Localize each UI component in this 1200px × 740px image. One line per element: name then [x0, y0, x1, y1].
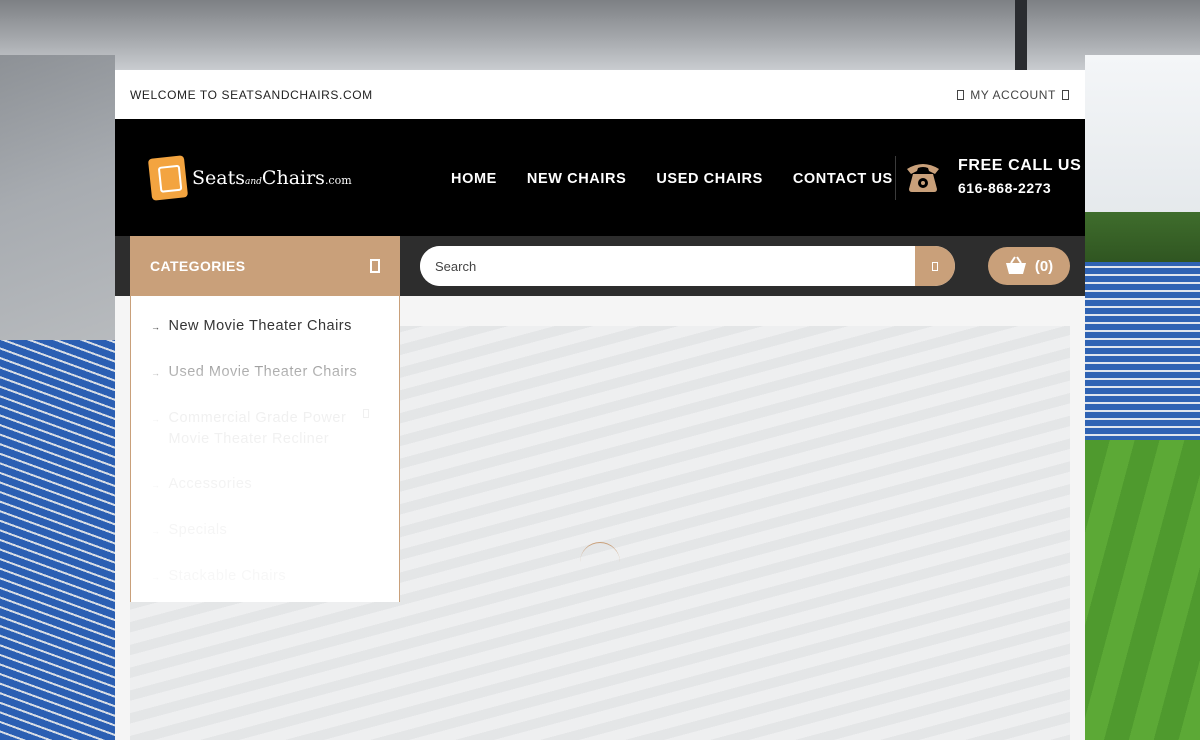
arrow-right-icon: →: [151, 414, 161, 424]
my-account-label: MY ACCOUNT: [970, 87, 1056, 102]
category-item[interactable]: → Accessories: [151, 474, 379, 496]
my-account-link[interactable]: MY ACCOUNT: [957, 88, 1069, 102]
site-header: SeatsandChairs.com HOME NEW CHAIRS USED …: [115, 119, 1085, 236]
phone-number[interactable]: 616-868-2273: [958, 180, 1051, 196]
category-label: Used Movie Theater Chairs: [168, 364, 358, 380]
category-label: Commercial Grade Power Movie Theater Rec…: [168, 410, 347, 447]
arrow-right-icon: →: [151, 368, 161, 378]
search-button[interactable]: [915, 246, 955, 286]
search-box: [420, 246, 955, 286]
category-list: → New Movie Theater Chairs → Used Movie …: [130, 296, 400, 602]
nav-contact-us[interactable]: CONTACT US: [793, 171, 893, 187]
categories-label: CATEGORIES: [150, 258, 246, 274]
arrow-right-icon: →: [151, 480, 161, 490]
category-label: Accessories: [168, 476, 253, 492]
football-pitch: [1085, 440, 1200, 740]
categories-toggle[interactable]: CATEGORIES: [130, 236, 400, 296]
search-input[interactable]: [420, 246, 915, 286]
submenu-icon: [363, 409, 369, 418]
arrow-right-icon: →: [151, 526, 161, 536]
telephone-icon: [907, 164, 939, 192]
category-item[interactable]: → Used Movie Theater Chairs: [151, 362, 379, 384]
menu-icon: [370, 259, 380, 273]
category-label: Specials: [168, 522, 228, 538]
category-item[interactable]: → New Movie Theater Chairs: [151, 316, 379, 338]
cart-button[interactable]: (0): [988, 247, 1070, 285]
nav-divider: [895, 156, 896, 200]
nav-new-chairs[interactable]: NEW CHAIRS: [527, 171, 626, 187]
category-item[interactable]: → Commercial Grade Power Movie Theater R…: [151, 408, 379, 450]
loading-spinner: [580, 542, 620, 582]
logo-wordmark: SeatsandChairs.com: [192, 167, 352, 189]
page-frame: WELCOME TO SEATSANDCHAIRS.COM MY ACCOUNT…: [115, 70, 1085, 740]
category-label: Stackable Chairs: [168, 568, 287, 584]
site-logo[interactable]: SeatsandChairs.com: [147, 155, 352, 201]
chevron-down-icon: [1062, 89, 1069, 100]
main-nav: HOME NEW CHAIRS USED CHAIRS CONTACT US: [451, 171, 893, 187]
arrow-right-icon: →: [151, 572, 161, 582]
category-item[interactable]: → Specials: [151, 520, 379, 542]
cart-count: (0): [1034, 257, 1054, 275]
trees: [1085, 212, 1200, 267]
roof-beam: [1015, 0, 1027, 70]
category-item[interactable]: → Stackable Chairs: [151, 566, 379, 588]
free-call-title: FREE CALL US: [958, 157, 1082, 174]
nav-home[interactable]: HOME: [451, 171, 497, 187]
search-strip: CATEGORIES (0): [115, 236, 1085, 296]
stadium-stands-left: [0, 340, 115, 740]
search-icon: [932, 261, 938, 271]
category-label: New Movie Theater Chairs: [168, 318, 352, 334]
chair-logo-icon: [147, 155, 189, 201]
sky: [1085, 55, 1200, 215]
user-icon: [957, 89, 965, 100]
arrow-right-icon: →: [151, 322, 161, 332]
welcome-text: WELCOME TO SEATSANDCHAIRS.COM: [130, 87, 373, 102]
basket-icon: [1005, 256, 1026, 274]
nav-used-chairs[interactable]: USED CHAIRS: [656, 171, 763, 187]
stadium-stands-right: [1085, 262, 1200, 442]
top-bar: WELCOME TO SEATSANDCHAIRS.COM MY ACCOUNT: [115, 70, 1085, 119]
stadium-roof-left: [0, 55, 115, 355]
